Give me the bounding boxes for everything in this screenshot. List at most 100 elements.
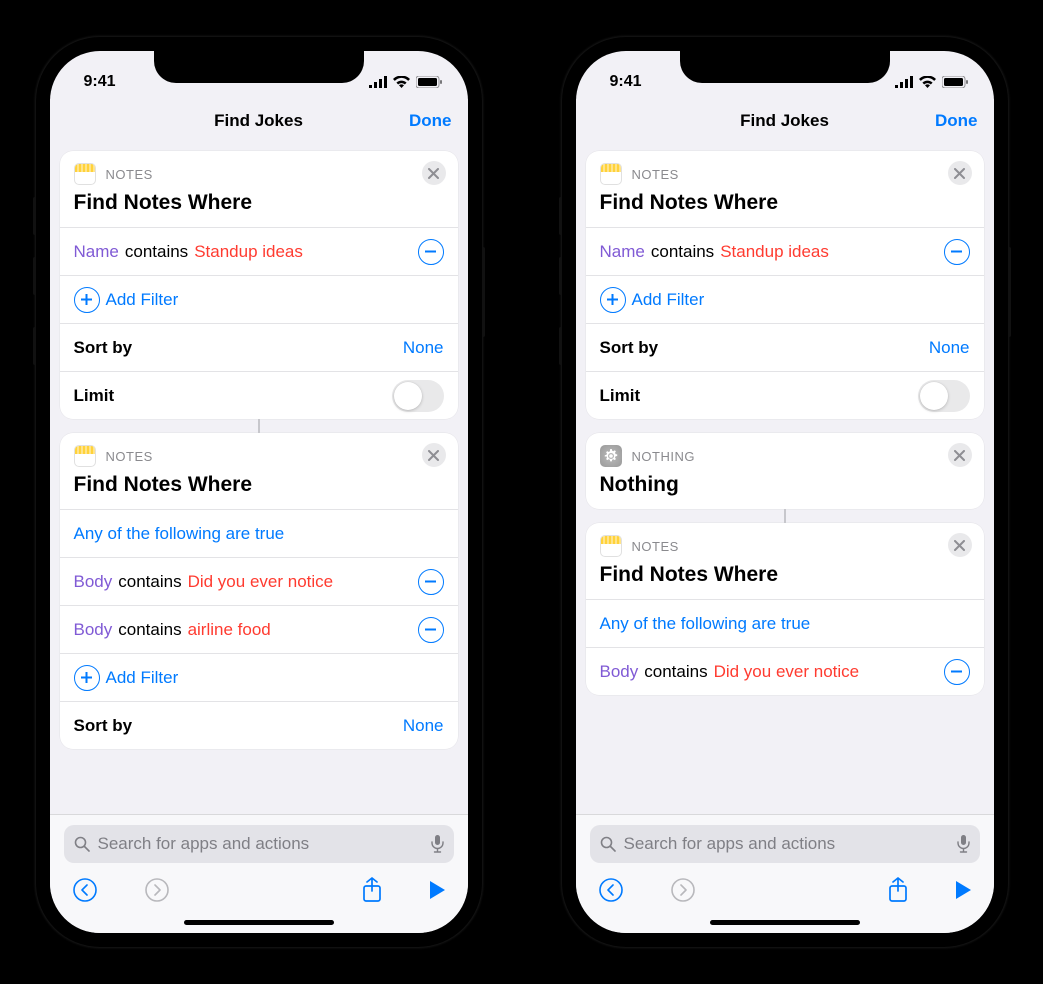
phone-left: 9:41 Find Jokes Done NOTES F — [36, 37, 482, 947]
filter-row[interactable]: Body contains Did you ever notice — [586, 647, 984, 695]
remove-filter-button[interactable] — [944, 239, 970, 265]
filter-field[interactable]: Body — [74, 572, 113, 592]
add-filter-row[interactable]: Add Filter — [586, 275, 984, 323]
add-filter-button[interactable] — [74, 287, 100, 313]
dictation-icon[interactable] — [431, 835, 444, 853]
content[interactable]: NOTES Find Notes Where Name contains Sta… — [50, 143, 468, 814]
remove-filter-button[interactable] — [418, 569, 444, 595]
card-close-button[interactable] — [948, 161, 972, 185]
filter-field[interactable]: Body — [600, 662, 639, 682]
undo-button[interactable] — [72, 877, 98, 903]
search-input[interactable]: Search for apps and actions — [590, 825, 980, 863]
card-app-label: NOTHING — [632, 449, 695, 464]
filter-row[interactable]: Name contains Standup ideas — [586, 227, 984, 275]
add-filter-row[interactable]: Add Filter — [60, 275, 458, 323]
content[interactable]: NOTES Find Notes Where Name contains Sta… — [576, 143, 994, 814]
close-icon — [954, 450, 965, 461]
card-title: Find Notes Where — [60, 185, 458, 227]
limit-label: Limit — [74, 386, 115, 406]
sort-row[interactable]: Sort by None — [60, 323, 458, 371]
sort-value[interactable]: None — [403, 338, 444, 358]
add-filter-button[interactable] — [600, 287, 626, 313]
nav-bar: Find Jokes Done — [576, 99, 994, 143]
sort-row[interactable]: Sort by None — [60, 701, 458, 749]
filter-row[interactable]: Body contains Did you ever notice — [60, 557, 458, 605]
minus-icon — [424, 575, 437, 588]
filter-group-row[interactable]: Any of the following are true — [60, 509, 458, 557]
filter-group-label[interactable]: Any of the following are true — [74, 524, 285, 544]
filter-group-row[interactable]: Any of the following are true — [586, 599, 984, 647]
card-app-label: NOTES — [106, 449, 153, 464]
nav-bar: Find Jokes Done — [50, 99, 468, 143]
remove-filter-button[interactable] — [418, 239, 444, 265]
card-app-label: NOTES — [632, 167, 679, 182]
action-connector — [258, 419, 260, 433]
run-button[interactable] — [428, 880, 446, 900]
action-card-find-notes: NOTES Find Notes Where Name contains Sta… — [60, 151, 458, 419]
sort-value[interactable]: None — [403, 716, 444, 736]
page-title: Find Jokes — [740, 111, 829, 131]
filter-value[interactable]: airline food — [188, 620, 271, 640]
filter-field[interactable]: Body — [74, 620, 113, 640]
done-button[interactable]: Done — [409, 111, 452, 131]
sort-row[interactable]: Sort by None — [586, 323, 984, 371]
card-close-button[interactable] — [948, 443, 972, 467]
card-close-button[interactable] — [422, 443, 446, 467]
remove-filter-button[interactable] — [944, 659, 970, 685]
filter-op[interactable]: contains — [651, 242, 714, 262]
share-button[interactable] — [888, 877, 908, 903]
cellular-icon — [895, 76, 913, 88]
limit-toggle[interactable] — [918, 380, 970, 412]
minus-icon — [424, 245, 437, 258]
filter-value[interactable]: Did you ever notice — [714, 662, 860, 682]
screen: 9:41 Find Jokes Done NOTES F — [576, 51, 994, 933]
sort-label: Sort by — [600, 338, 659, 358]
undo-button[interactable] — [598, 877, 624, 903]
filter-row[interactable]: Body contains airline food — [60, 605, 458, 653]
content-fade — [576, 774, 994, 814]
dock: Search for apps and actions — [576, 814, 994, 933]
filter-field[interactable]: Name — [600, 242, 645, 262]
filter-op[interactable]: contains — [644, 662, 707, 682]
card-close-button[interactable] — [422, 161, 446, 185]
filter-row[interactable]: Name contains Standup ideas — [60, 227, 458, 275]
toolbar — [64, 863, 454, 903]
limit-row: Limit — [586, 371, 984, 419]
remove-filter-button[interactable] — [418, 617, 444, 643]
card-close-button[interactable] — [948, 533, 972, 557]
minus-icon — [950, 665, 963, 678]
plus-icon — [80, 293, 93, 306]
dictation-icon[interactable] — [957, 835, 970, 853]
search-input[interactable]: Search for apps and actions — [64, 825, 454, 863]
toolbar — [590, 863, 980, 903]
limit-toggle[interactable] — [392, 380, 444, 412]
add-filter-label: Add Filter — [106, 290, 179, 310]
run-button[interactable] — [954, 880, 972, 900]
notch — [154, 51, 364, 83]
status-time: 9:41 — [84, 73, 116, 91]
action-connector — [784, 509, 786, 523]
limit-row: Limit — [60, 371, 458, 419]
done-button[interactable]: Done — [935, 111, 978, 131]
filter-value[interactable]: Did you ever notice — [188, 572, 334, 592]
filter-value[interactable]: Standup ideas — [194, 242, 303, 262]
close-icon — [954, 168, 965, 179]
card-title: Find Notes Where — [60, 467, 458, 509]
filter-op[interactable]: contains — [118, 620, 181, 640]
battery-icon — [416, 76, 442, 88]
filter-value[interactable]: Standup ideas — [720, 242, 829, 262]
notes-app-icon — [600, 535, 622, 557]
share-button[interactable] — [362, 877, 382, 903]
close-icon — [954, 540, 965, 551]
sort-label: Sort by — [74, 338, 133, 358]
notes-app-icon — [600, 163, 622, 185]
add-filter-button[interactable] — [74, 665, 100, 691]
filter-group-label[interactable]: Any of the following are true — [600, 614, 811, 634]
filter-op[interactable]: contains — [118, 572, 181, 592]
filter-field[interactable]: Name — [74, 242, 119, 262]
wifi-icon — [393, 76, 410, 88]
sort-value[interactable]: None — [929, 338, 970, 358]
wifi-icon — [919, 76, 936, 88]
filter-op[interactable]: contains — [125, 242, 188, 262]
add-filter-row[interactable]: Add Filter — [60, 653, 458, 701]
